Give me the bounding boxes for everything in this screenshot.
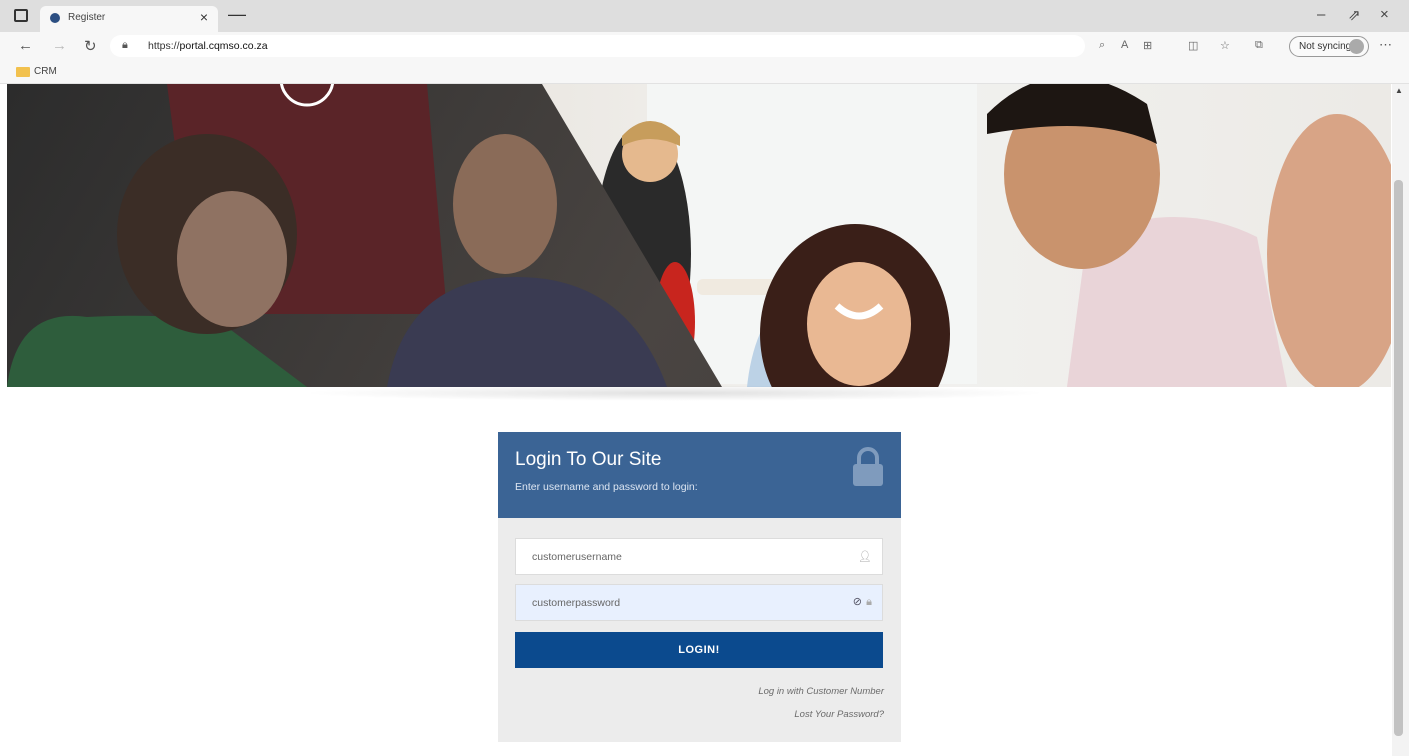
lost-password-link[interactable]: Lost Your Password? — [794, 709, 884, 720]
login-header: Login To Our Site Enter username and pas… — [498, 432, 901, 518]
password-field[interactable]: ⊘ 🔒︎ — [515, 584, 883, 621]
restore-icon[interactable]: ⇗ — [1348, 6, 1361, 24]
tab-title: Register — [68, 12, 106, 23]
hide-password-icon[interactable]: ⊘ — [853, 595, 862, 608]
favorites-icon[interactable]: ☆ — [1220, 39, 1230, 52]
username-field[interactable]: 👤︎ — [515, 538, 883, 575]
login-panel: Login To Our Site Enter username and pas… — [498, 432, 901, 742]
password-input[interactable] — [516, 585, 882, 620]
banner-shadow — [300, 385, 1050, 401]
login-title: Login To Our Site — [515, 449, 662, 470]
lock-icon[interactable]: 🔒︎ — [122, 39, 128, 52]
hero-banner — [7, 84, 1391, 387]
profile-button[interactable]: Not syncing — [1289, 36, 1369, 57]
favorite-crm[interactable]: CRM — [34, 66, 57, 77]
customer-number-login-link[interactable]: Log in with Customer Number — [758, 686, 884, 697]
collections-icon[interactable]: ⧉ — [1255, 39, 1263, 52]
favorites-bar: CRM — [0, 60, 1409, 84]
close-tab-icon[interactable]: × — [200, 9, 208, 25]
more-menu-icon[interactable]: ⋯ — [1379, 37, 1392, 53]
tab-actions-icon[interactable] — [14, 9, 28, 22]
split-screen-icon[interactable]: ◫ — [1188, 39, 1198, 52]
login-button[interactable]: LOGIN! — [515, 632, 883, 668]
minimize-icon[interactable]: – — [1317, 6, 1325, 23]
address-bar-row: ← → ↻ 🔒︎ https://portal.cqmso.co.za ⌕ A … — [0, 32, 1409, 60]
scroll-up-icon[interactable]: ▲ — [1395, 86, 1403, 95]
search-icon[interactable]: ⌕ — [1099, 39, 1105, 52]
url-text: https://portal.cqmso.co.za — [148, 40, 268, 52]
close-window-icon[interactable]: × — [1380, 6, 1389, 23]
small-lock-icon: 🔒︎ — [866, 596, 872, 608]
tab-bar: Register × — – ⇗ × — [0, 0, 1409, 32]
browser-tab[interactable]: Register × — [40, 6, 218, 32]
avatar — [1349, 39, 1364, 54]
read-aloud-icon[interactable]: A — [1121, 39, 1128, 51]
refresh-icon[interactable]: ↻ — [84, 37, 97, 55]
user-icon: 👤︎ — [858, 551, 872, 563]
forward-icon[interactable]: → — [52, 37, 67, 54]
extensions-icon[interactable]: ⊞ — [1143, 39, 1152, 52]
new-tab-button[interactable]: — — [228, 4, 246, 25]
folder-icon[interactable] — [16, 67, 30, 77]
scrollbar-thumb[interactable] — [1394, 180, 1403, 736]
back-icon[interactable]: ← — [18, 37, 33, 54]
lock-icon — [853, 447, 883, 486]
username-input[interactable] — [516, 539, 882, 574]
hero-left-people — [7, 84, 667, 387]
profile-name: Not syncing — [1299, 41, 1352, 52]
url-field[interactable]: 🔒︎ https://portal.cqmso.co.za — [110, 35, 1085, 57]
site-favicon-icon — [50, 13, 60, 23]
login-subtitle: Enter username and password to login: — [515, 481, 698, 493]
